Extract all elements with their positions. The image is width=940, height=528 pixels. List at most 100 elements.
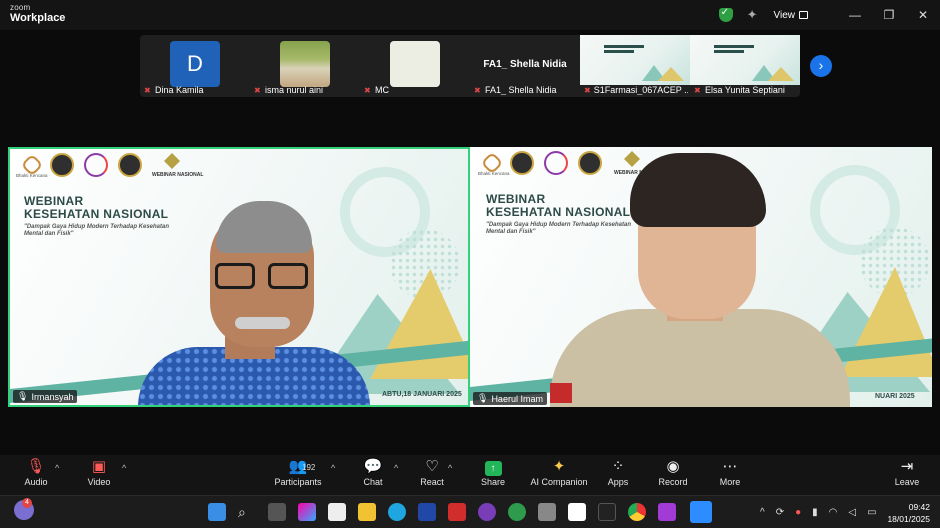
close-button[interactable]: ✕ bbox=[906, 8, 940, 22]
wifi-icon[interactable]: ◠ bbox=[829, 507, 838, 518]
video-tile-active-speaker[interactable]: Bhakti Kencana WEBINAR NASIONAL WEBINAR … bbox=[8, 147, 470, 407]
app-gray-icon[interactable] bbox=[538, 503, 556, 521]
participant-name: Dina Kamila bbox=[155, 85, 204, 95]
title-bar: zoom Workplace ✦ View — ❐ ✕ bbox=[0, 0, 940, 30]
speaker-icon[interactable]: ◁ bbox=[848, 507, 856, 518]
mic-muted-icon: ✖ bbox=[364, 85, 371, 95]
microphone-icon[interactable]: ● bbox=[795, 507, 801, 518]
slide-date: NUARI 2025 bbox=[875, 393, 915, 400]
swirl-logo-icon bbox=[84, 153, 108, 177]
ai-sparkle-icon: ✦ bbox=[552, 458, 566, 475]
sync-icon[interactable]: ⟳ bbox=[776, 507, 784, 518]
more-button[interactable]: ⋯ More bbox=[702, 457, 758, 493]
participants-button[interactable]: 👥 192 Participants bbox=[270, 457, 326, 493]
mic-muted-icon: ✖ bbox=[474, 85, 481, 95]
app-vm-icon[interactable] bbox=[598, 503, 616, 521]
mic-muted-icon: ✖ bbox=[144, 85, 151, 95]
windows-start-icon[interactable] bbox=[208, 503, 226, 521]
swirl-logo-icon bbox=[544, 151, 568, 175]
speaker-figure bbox=[550, 309, 850, 407]
app-g-icon[interactable] bbox=[568, 503, 586, 521]
record-icon: ◉ bbox=[666, 458, 680, 475]
notification-count: 4 bbox=[22, 498, 32, 508]
share-screen-icon: ↑ bbox=[484, 461, 502, 476]
audio-label: Audio bbox=[24, 477, 48, 487]
file-explorer-icon[interactable] bbox=[358, 503, 376, 521]
view-button[interactable]: View bbox=[773, 9, 808, 21]
encryption-shield-icon[interactable] bbox=[718, 7, 733, 22]
participant-big-name: FA1_ Shella Nidia bbox=[483, 59, 567, 70]
avatar: D bbox=[170, 41, 220, 87]
speaker-name-label: 🎙 Haerul Imam bbox=[473, 392, 547, 405]
participant-name: Elsa Yunita Septiani bbox=[705, 85, 785, 95]
leave-button[interactable]: ⇥ Leave bbox=[879, 457, 935, 493]
participant-name-bar: ✖ S1Farmasi_067ACEP ... bbox=[584, 85, 688, 95]
participant-name-bar: ✖ isma nurul aini bbox=[254, 85, 323, 95]
participant-tile[interactable]: ✖ Elsa Yunita Septiani bbox=[690, 35, 800, 97]
system-clock[interactable]: 09:42 18/01/2025 bbox=[887, 501, 930, 525]
clock-date: 18/01/2025 bbox=[887, 514, 930, 524]
ai-sparkle-icon[interactable]: ✦ bbox=[747, 7, 758, 23]
app-red-icon[interactable] bbox=[448, 503, 466, 521]
task-view-icon[interactable] bbox=[268, 503, 286, 521]
participant-tile[interactable]: D ✖ Dina Kamila bbox=[140, 35, 250, 97]
participant-name-bar: ✖ Dina Kamila bbox=[144, 85, 204, 95]
mic-on-icon: 🎙 bbox=[17, 391, 29, 401]
zoom-taskbar-icon[interactable] bbox=[690, 501, 712, 523]
participant-name: isma nurul aini bbox=[265, 85, 324, 95]
apps-icon: ⁘ bbox=[611, 458, 625, 475]
glasses-icon bbox=[268, 263, 308, 289]
ai-companion-button[interactable]: ✦ AI Companion bbox=[527, 457, 591, 493]
maximize-button[interactable]: ❐ bbox=[872, 8, 906, 22]
share-label: Share bbox=[480, 477, 506, 487]
more-label: More bbox=[719, 477, 741, 487]
react-label: React bbox=[420, 477, 444, 487]
participant-tile[interactable]: FA1_ Shella Nidia ✖ FA1_ Shella Nidia bbox=[470, 35, 580, 97]
participants-icon: 👥 bbox=[288, 458, 308, 475]
apps-button[interactable]: ⁘ Apps bbox=[590, 457, 646, 493]
view-label: View bbox=[773, 9, 796, 21]
minimize-button[interactable]: — bbox=[838, 8, 872, 22]
ai-companion-label: AI Companion bbox=[530, 477, 588, 487]
logo-line1: zoom bbox=[10, 3, 31, 12]
chat-button[interactable]: 💬 Chat bbox=[345, 457, 401, 493]
battery-icon[interactable]: ▭ bbox=[867, 507, 876, 518]
participant-tile[interactable]: ✖ S1Farmasi_067ACEP ... bbox=[580, 35, 690, 97]
more-icon: ⋯ bbox=[722, 458, 738, 475]
clock-time: 09:42 bbox=[908, 502, 930, 512]
shared-slide-thumbnail bbox=[690, 35, 800, 85]
participant-tile[interactable]: ✖ MC bbox=[360, 35, 470, 97]
chrome-browser-icon[interactable] bbox=[628, 503, 646, 521]
react-options-caret[interactable]: ^ bbox=[448, 463, 452, 473]
chat-options-caret[interactable]: ^ bbox=[394, 463, 398, 473]
participant-count: 192 bbox=[302, 463, 316, 472]
app-l-icon[interactable] bbox=[418, 503, 436, 521]
chat-label: Chat bbox=[363, 477, 383, 487]
video-button[interactable]: ▣ Video bbox=[71, 457, 127, 493]
record-button[interactable]: ◉ Record bbox=[645, 457, 701, 493]
logo-line2: Workplace bbox=[10, 12, 66, 24]
copilot-icon[interactable] bbox=[298, 503, 316, 521]
edge-browser-icon[interactable] bbox=[388, 503, 406, 521]
search-icon[interactable]: ⌕ bbox=[238, 503, 256, 521]
app-purple-icon[interactable] bbox=[478, 503, 496, 521]
audio-options-caret[interactable]: ^ bbox=[55, 463, 59, 473]
speaker-name-label: 🎙 Irmansyah bbox=[13, 390, 78, 403]
mic-muted-icon: ✖ bbox=[584, 85, 591, 95]
share-button[interactable]: ↑ Share bbox=[465, 457, 521, 493]
participants-options-caret[interactable]: ^ bbox=[331, 463, 335, 473]
zoom-logo: zoom Workplace bbox=[10, 4, 65, 24]
store-icon[interactable] bbox=[328, 503, 346, 521]
chevron-up-icon[interactable]: ^ bbox=[760, 507, 765, 518]
meeting-toolbar: 🎙 Audio ^ ▣ Video ^ 👥 192 Participants ^… bbox=[0, 455, 940, 495]
emblem-logo-icon bbox=[118, 153, 142, 177]
slide-title: WEBINAR KESEHATAN NASIONAL bbox=[486, 193, 630, 219]
participant-tile[interactable]: ✖ isma nurul aini bbox=[250, 35, 360, 97]
gallery-next-button[interactable]: › bbox=[810, 55, 832, 77]
gallery-strip: D ✖ Dina Kamila ✖ isma nurul aini ✖ MC F… bbox=[140, 35, 800, 97]
app-green-icon[interactable] bbox=[508, 503, 526, 521]
video-options-caret[interactable]: ^ bbox=[122, 463, 126, 473]
video-tile-speaker[interactable]: Bhakti Kencana WEBINAR NASIONAL WEBINAR … bbox=[470, 147, 932, 407]
app-tray-icon[interactable]: ▮ bbox=[812, 507, 818, 518]
app-magenta-icon[interactable] bbox=[658, 503, 676, 521]
